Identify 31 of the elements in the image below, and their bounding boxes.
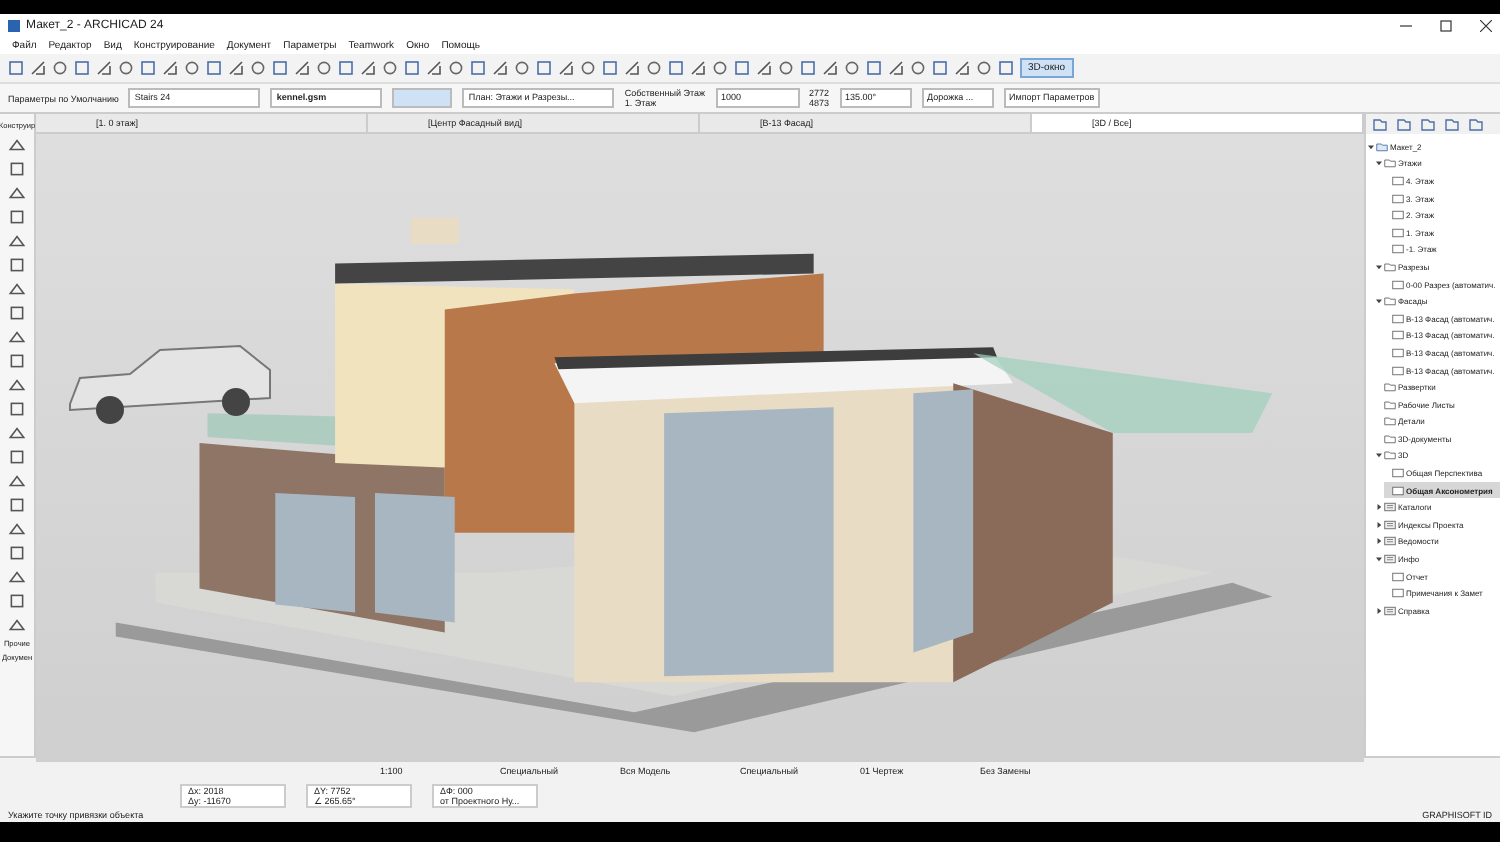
view-icon [1392, 279, 1404, 290]
tool-icon[interactable] [426, 60, 442, 76]
list-icon [1384, 605, 1396, 616]
folder-icon [1384, 261, 1396, 272]
tool-icon[interactable] [756, 60, 772, 76]
close-icon[interactable] [1480, 19, 1492, 31]
app-icon [8, 19, 20, 31]
list-icon [1384, 502, 1396, 513]
tool-icon[interactable] [162, 60, 178, 76]
tool-icon[interactable] [690, 60, 706, 76]
tool-icon[interactable] [360, 60, 376, 76]
maximize-icon[interactable] [1440, 19, 1452, 31]
tool-icon[interactable] [96, 60, 112, 76]
tool-icon[interactable] [294, 60, 310, 76]
tool-icon[interactable] [558, 60, 574, 76]
tool-icon[interactable] [492, 60, 508, 76]
list-icon [1384, 536, 1396, 547]
tool-icon[interactable] [954, 60, 970, 76]
value-field[interactable] [392, 88, 453, 108]
minimize-icon[interactable] [1400, 19, 1412, 31]
tool-icon[interactable] [8, 60, 24, 76]
folder-icon [1384, 158, 1396, 169]
tool-icon[interactable] [822, 60, 838, 76]
list-icon [1384, 519, 1396, 530]
tool-icon[interactable] [30, 60, 46, 76]
project-icon [1376, 141, 1388, 152]
tool-icon[interactable] [888, 60, 904, 76]
list-icon [1384, 554, 1396, 565]
tool-icon[interactable] [228, 60, 244, 76]
folder-icon [1384, 296, 1396, 307]
tool-icon[interactable] [624, 60, 640, 76]
